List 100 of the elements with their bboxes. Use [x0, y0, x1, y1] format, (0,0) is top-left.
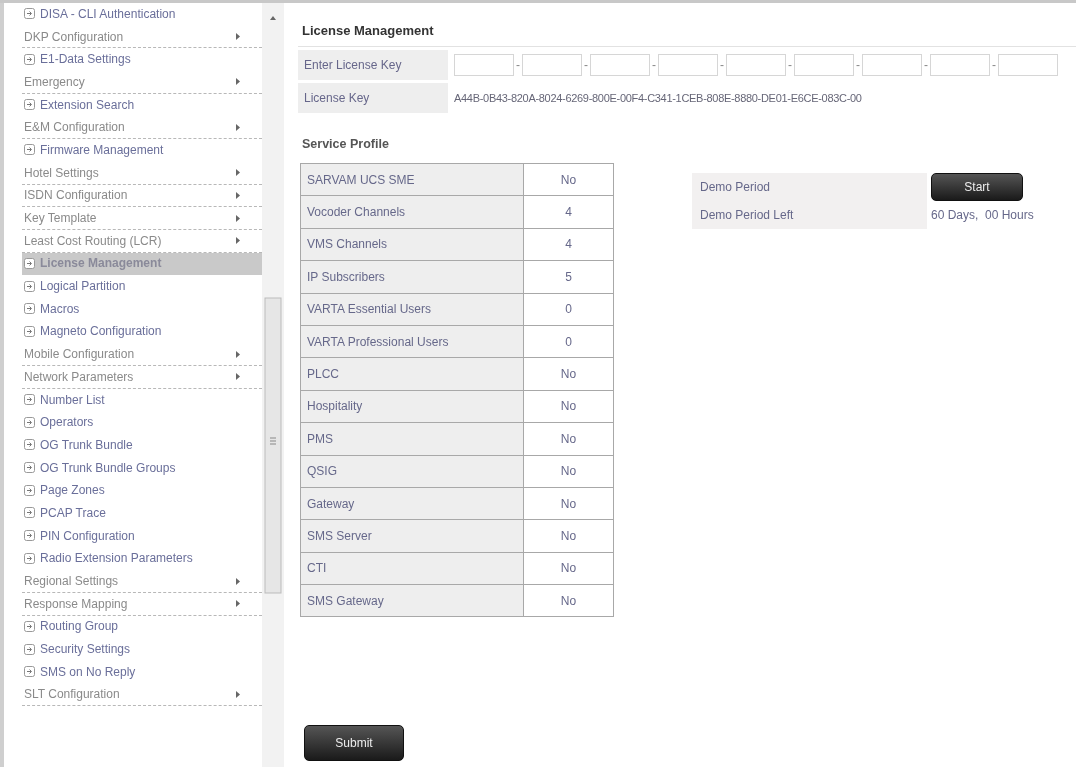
section-title: Service Profile: [302, 137, 390, 151]
sidebar-item[interactable]: OG Trunk Bundle: [22, 434, 262, 457]
separator: -: [992, 58, 996, 72]
page-title: License Management: [298, 13, 1076, 47]
sidebar-item[interactable]: PCAP Trace: [22, 502, 262, 525]
separator: -: [788, 58, 792, 72]
arrow-box-icon: [24, 620, 35, 632]
license-key-field[interactable]: [658, 54, 718, 76]
arrow-box-icon: [24, 53, 35, 65]
arrow-box-icon: [24, 303, 35, 315]
table-cell: SMS Gateway: [300, 584, 524, 617]
separator: -: [924, 58, 928, 72]
arrow-box-icon: [24, 552, 35, 564]
arrow-box-icon: [24, 394, 35, 406]
table-cell: SARVAM UCS SME: [300, 163, 524, 196]
start-button[interactable]: Start: [931, 173, 1023, 201]
license-key-field[interactable]: [590, 54, 650, 76]
separator: -: [516, 58, 520, 72]
table-cell: 0: [523, 293, 614, 326]
sidebar-item[interactable]: Firmware Management: [22, 139, 262, 162]
caret-icon: [236, 191, 240, 199]
license-key-field[interactable]: [726, 54, 786, 76]
caret-icon: [236, 33, 240, 41]
arrow-box-icon: [24, 439, 35, 451]
field-label: Demo Period: [692, 173, 927, 201]
caret-icon: [236, 237, 240, 245]
sidebar-item[interactable]: Security Settings: [22, 638, 262, 661]
arrow-box-icon: [24, 530, 35, 542]
license-key-field[interactable]: [454, 54, 514, 76]
table-cell: VMS Channels: [300, 228, 524, 261]
caret-icon: [236, 373, 240, 381]
table-cell: VARTA Essential Users: [300, 293, 524, 326]
caret-icon: [236, 600, 240, 608]
caret-icon: [236, 123, 240, 131]
table-cell: No: [523, 390, 614, 423]
arrow-box-icon: [24, 280, 35, 292]
field-label: License Key: [298, 83, 448, 113]
caret-icon: [236, 690, 240, 698]
sidebar-item[interactable]: DISA - CLI Authentication: [22, 3, 262, 26]
caret-icon: [236, 78, 240, 86]
table-cell: VARTA Professional Users: [300, 325, 524, 358]
license-key-field[interactable]: [522, 54, 582, 76]
sidebar-item[interactable]: PIN Configuration: [22, 524, 262, 548]
table-cell: 0: [523, 325, 614, 358]
table-cell: CTI: [300, 552, 524, 585]
table-cell: PLCC: [300, 357, 524, 391]
caret-icon: [236, 214, 240, 222]
license-key-field[interactable]: [998, 54, 1058, 76]
separator: -: [720, 58, 724, 72]
field-label: Demo Period Left: [692, 201, 927, 229]
sidebar-item[interactable]: E1-Data Settings: [22, 48, 262, 72]
sidebar-item[interactable]: Extension Search: [22, 93, 262, 117]
arrow-box-icon: [24, 416, 35, 428]
sidebar-item[interactable]: OG Trunk Bundle Groups: [22, 456, 262, 480]
table-cell: No: [523, 455, 614, 488]
sidebar-item[interactable]: Page Zones: [22, 479, 262, 503]
table-cell: No: [523, 584, 614, 617]
arrow-box-icon: [24, 8, 35, 20]
arrow-box-icon: [24, 507, 35, 519]
sidebar-item[interactable]: Routing Group: [22, 615, 262, 639]
table-cell: Gateway: [300, 487, 524, 520]
sidebar-item[interactable]: Magneto Configuration: [22, 320, 262, 344]
sidebar-item[interactable]: Radio Extension Parameters: [22, 547, 262, 571]
separator: -: [652, 58, 656, 72]
table-cell: IP Subscribers: [300, 260, 524, 294]
arrow-box-icon: [24, 462, 35, 474]
sidebar-item[interactable]: Operators: [22, 411, 262, 435]
table-cell: Hospitality: [300, 390, 524, 423]
table-cell: Vocoder Channels: [300, 195, 524, 229]
license-key-value: A44B-0B43-820A-8024-6269-800E-00F4-C341-1CEB-808E-8880-DE01-E6CE-083C-00: [453, 92, 862, 104]
table-cell: PMS: [300, 422, 524, 455]
arrow-box-icon: [24, 643, 35, 655]
sidebar-item[interactable]: Macros: [22, 297, 262, 321]
sidebar-item[interactable]: Number List: [22, 388, 262, 412]
arrow-box-icon: [24, 257, 35, 269]
table-cell: 5: [523, 260, 614, 294]
table-cell: 4: [523, 228, 614, 261]
license-key-field[interactable]: [862, 54, 922, 76]
submit-button[interactable]: Submit: [304, 725, 404, 761]
table-cell: No: [523, 422, 614, 455]
arrow-box-icon: [24, 99, 35, 111]
arrow-box-icon: [24, 144, 35, 156]
sidebar-item[interactable]: SMS on No Reply: [22, 660, 262, 684]
scrollbar[interactable]: [262, 3, 284, 767]
table-cell: 4: [523, 195, 614, 229]
separator: -: [856, 58, 860, 72]
table-cell: No: [523, 163, 614, 196]
separator: -: [584, 58, 588, 72]
table-cell: No: [523, 519, 614, 553]
sidebar-item[interactable]: Logical Partition: [22, 275, 262, 298]
arrow-box-icon: [24, 484, 35, 496]
license-key-field[interactable]: [930, 54, 990, 76]
arrow-box-icon: [24, 666, 35, 678]
demo-period-value: 60 Days, 00 Hours: [930, 207, 1034, 224]
table-cell: No: [523, 357, 614, 391]
license-key-field[interactable]: [794, 54, 854, 76]
table-cell: SMS Server: [300, 519, 524, 553]
table-cell: QSIG: [300, 455, 524, 488]
table-cell: No: [523, 487, 614, 520]
caret-icon: [236, 169, 240, 177]
